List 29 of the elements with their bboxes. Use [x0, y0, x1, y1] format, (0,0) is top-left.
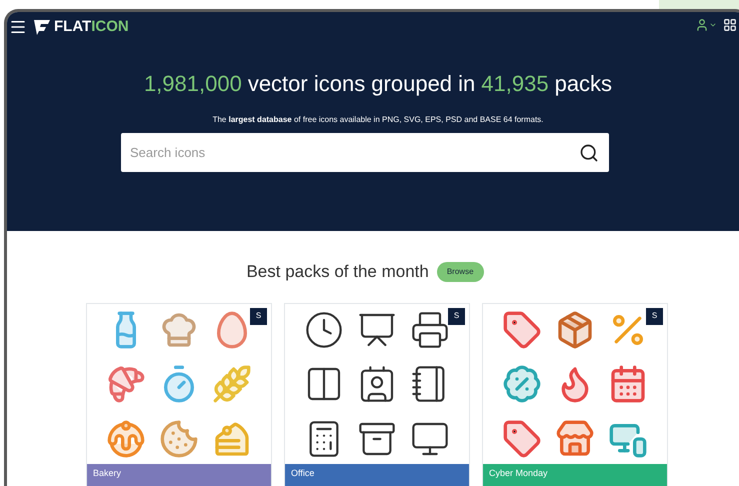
premium-badge: S: [250, 308, 267, 324]
pack-card[interactable]: S Cyber Monday: [482, 302, 668, 486]
tag-icon: [502, 418, 542, 459]
premium-badge: S: [448, 308, 465, 324]
pack-card[interactable]: S Office: [284, 302, 470, 486]
cookie-icon: [158, 418, 199, 459]
search-icon[interactable]: [579, 143, 599, 163]
percent-badge-icon: [502, 364, 542, 404]
printer-icon: [410, 310, 450, 350]
pack-name: Office: [291, 466, 314, 480]
pack-name: Cyber Monday: [489, 466, 548, 480]
premium-badge: S: [646, 308, 663, 324]
wheat-icon: [212, 364, 252, 404]
grid-icon[interactable]: [723, 18, 737, 32]
logo[interactable]: FLATICON: [33, 16, 129, 38]
logo-icon: [33, 18, 51, 36]
pack-name: Bakery: [93, 466, 122, 480]
section-title: Best packs of the month: [246, 261, 429, 283]
caret-icon[interactable]: [709, 21, 717, 29]
user-icon[interactable]: [695, 18, 709, 32]
tag-icon: [502, 310, 542, 350]
search-field[interactable]: Search icons: [121, 133, 609, 172]
dessert-icon: [106, 418, 146, 459]
croissant-icon: [106, 364, 146, 404]
pack-card[interactable]: S Bakery: [86, 302, 272, 486]
subtitle: The largest database of free icons available in PNG, SVG, EPS, PSD and BASE 64 formats.: [212, 114, 544, 126]
browse-button[interactable]: Browse: [436, 262, 484, 282]
headline: 1,981,000 vector icons grouped in 41,935 packs: [144, 70, 612, 98]
clock-icon: [304, 310, 344, 350]
